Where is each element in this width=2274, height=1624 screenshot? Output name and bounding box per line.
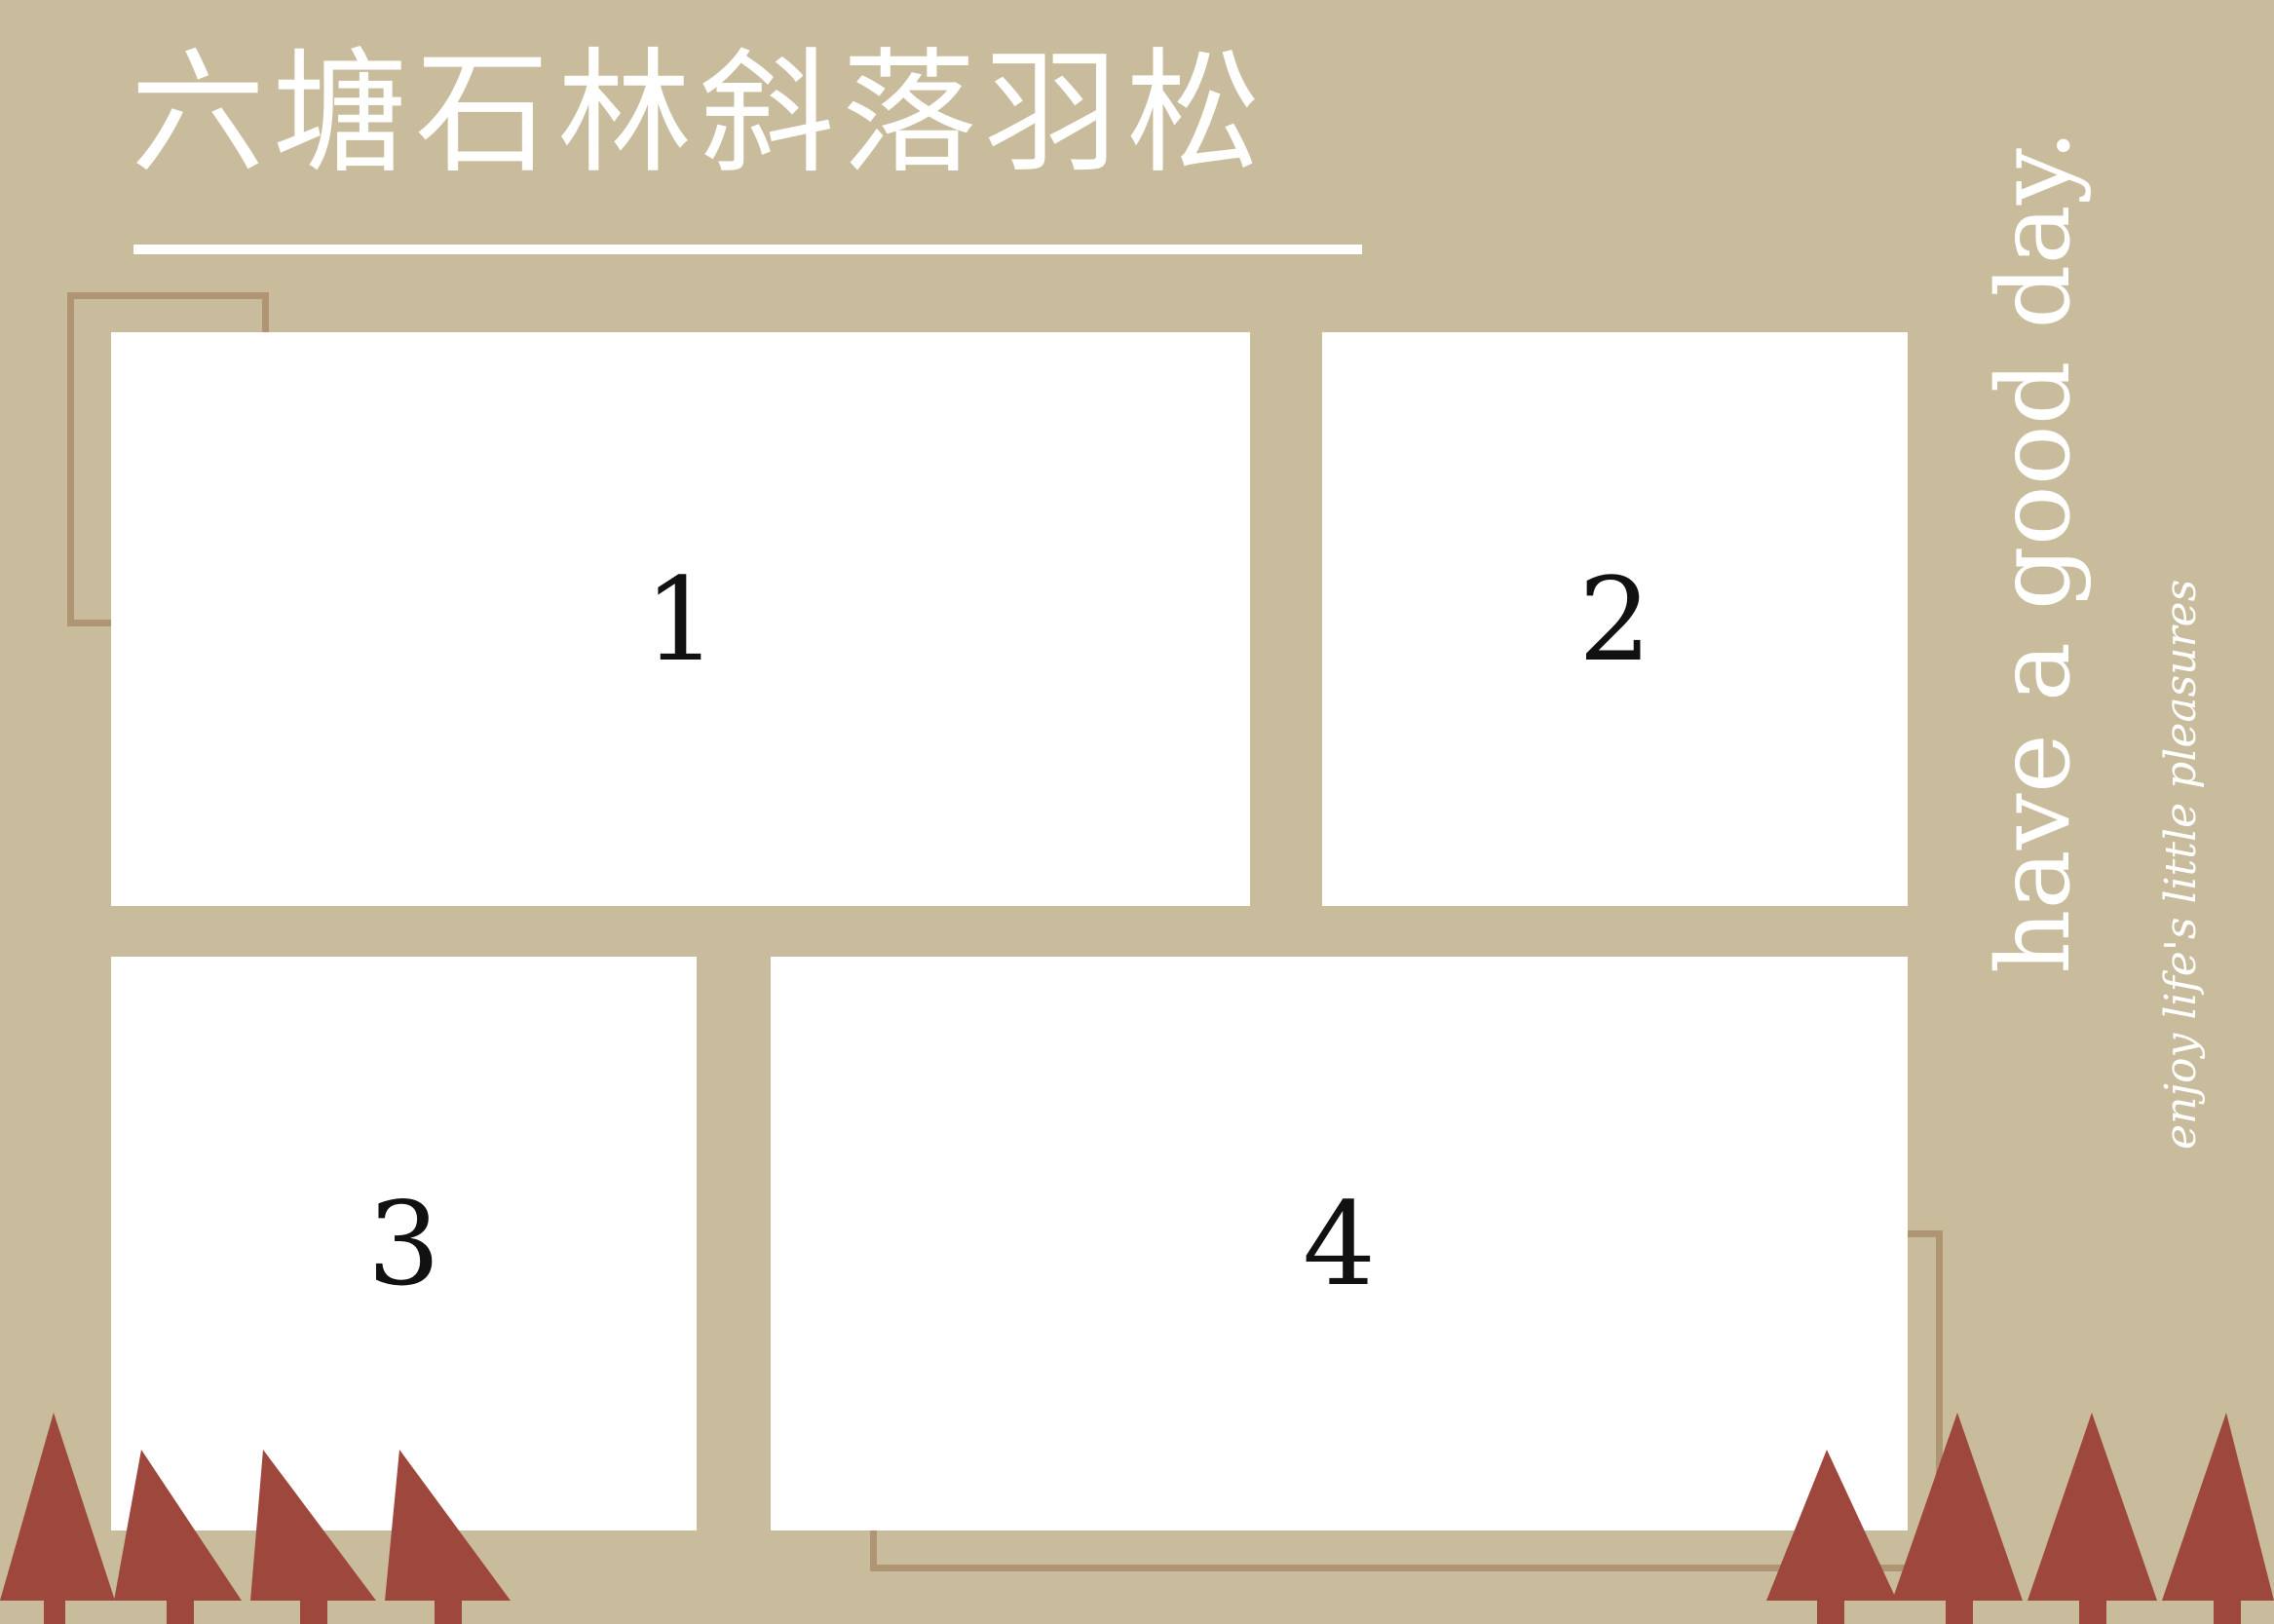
photo-placeholder-2[interactable]: 2 <box>1322 332 1908 906</box>
photo-placeholder-1-number: 1 <box>643 551 718 687</box>
photo-placeholder-3-number: 3 <box>366 1176 441 1311</box>
enjoy-life-text: enjoy life's little pleasures <box>2156 579 2206 1150</box>
photo-placeholder-3[interactable]: 3 <box>111 957 697 1530</box>
photo-placeholder-2-number: 2 <box>1577 551 1652 687</box>
tree-icon <box>2028 1413 2157 1624</box>
tree-icon <box>2162 1413 2274 1624</box>
photo-placeholder-4[interactable]: 4 <box>771 957 1908 1530</box>
photo-placeholder-4-number: 4 <box>1302 1176 1377 1311</box>
collage-title: 六塘石林斜落羽松 <box>131 41 1270 187</box>
have-a-good-day-text: have a good day. <box>1976 129 2093 974</box>
photo-placeholder-1[interactable]: 1 <box>111 332 1250 906</box>
title-underline <box>133 245 1362 254</box>
tree-icon <box>0 1413 115 1624</box>
